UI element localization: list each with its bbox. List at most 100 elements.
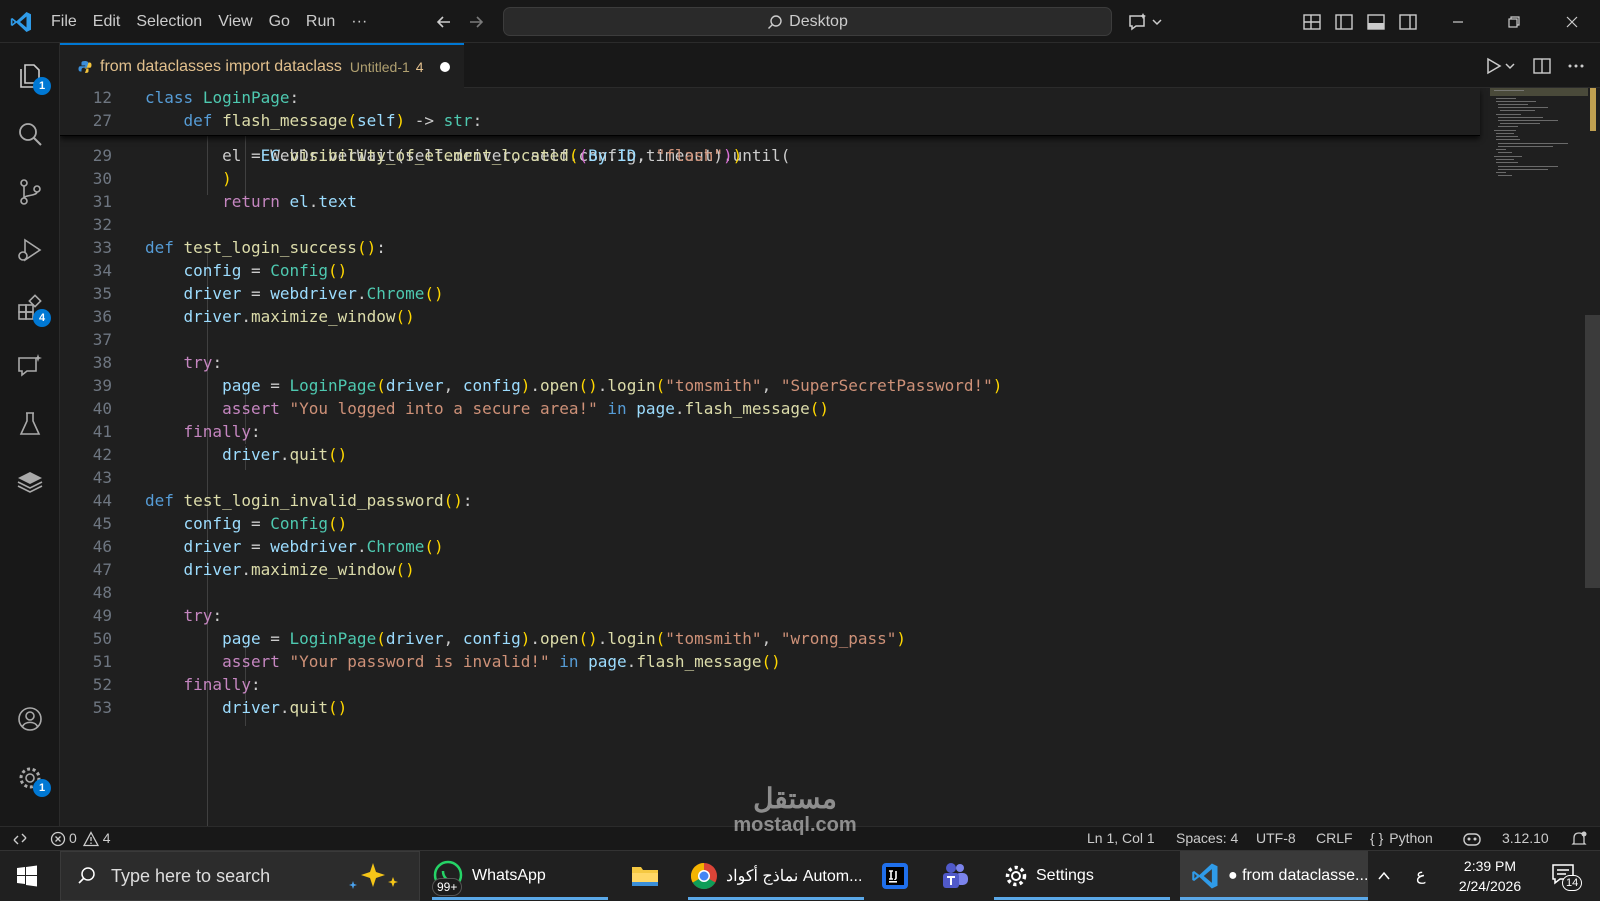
windows-start-icon[interactable] bbox=[16, 865, 38, 887]
close-icon bbox=[1566, 16, 1578, 27]
menu-edit[interactable]: Edit bbox=[85, 0, 129, 43]
vertical-scrollbar[interactable] bbox=[1585, 315, 1600, 588]
code-text: EC.visibility_of_element_located((By.ID,… bbox=[260, 146, 743, 165]
search-icon bbox=[768, 14, 782, 29]
run-python-file-icon[interactable] bbox=[1484, 56, 1518, 76]
menu-run[interactable]: Run bbox=[298, 0, 343, 43]
explorer-button[interactable]: 1 bbox=[13, 59, 51, 95]
taskbar-vscode[interactable]: ● from dataclasse... bbox=[1190, 851, 1368, 901]
minimize-button[interactable] bbox=[1430, 0, 1486, 43]
code-line: 39 page = LoginPage(driver, config).open… bbox=[60, 374, 1480, 397]
line-number: 29 bbox=[92, 146, 112, 165]
beaker-icon bbox=[19, 412, 41, 435]
split-editor-icon[interactable] bbox=[1532, 56, 1552, 76]
accounts-button[interactable] bbox=[13, 702, 47, 736]
search-view-button[interactable] bbox=[13, 117, 47, 151]
run-debug-button[interactable] bbox=[13, 233, 47, 267]
close-button[interactable] bbox=[1544, 0, 1600, 43]
line-number: 35 bbox=[92, 284, 112, 303]
taskbar-settings[interactable]: Settings bbox=[1004, 851, 1094, 901]
line-number: 52 bbox=[92, 675, 112, 694]
toggle-secondary-sidebar-icon[interactable] bbox=[1398, 12, 1418, 32]
taskbar-whatsapp[interactable]: WhatsApp 99+ bbox=[432, 851, 546, 901]
minimap[interactable] bbox=[1490, 88, 1588, 188]
line-number: 46 bbox=[92, 537, 112, 556]
code-text: page = LoginPage(driver, config).open().… bbox=[222, 376, 1003, 395]
sticky-line[interactable]: 12 class LoginPage: bbox=[60, 88, 1480, 109]
input-language-indicator[interactable]: ع bbox=[1416, 865, 1426, 885]
chrome-label: نماذج أكواد Autom... bbox=[726, 868, 863, 885]
language-mode[interactable]: { } Python bbox=[1370, 827, 1433, 850]
taskbar-file-explorer[interactable] bbox=[630, 851, 660, 901]
chevron-up-icon[interactable] bbox=[1376, 868, 1392, 884]
back-arrow-icon[interactable] bbox=[433, 11, 455, 33]
menu-go[interactable]: Go bbox=[261, 0, 298, 43]
manage-button[interactable]: 1 bbox=[13, 761, 51, 797]
problems-indicator[interactable]: 0 4 bbox=[50, 827, 111, 850]
taskbar-intellij[interactable] bbox=[880, 851, 910, 901]
whatsapp-label: WhatsApp bbox=[472, 867, 546, 884]
clock-date: 2/24/2026 bbox=[1458, 878, 1522, 894]
menu-more[interactable]: ··· bbox=[343, 0, 375, 43]
toggle-primary-sidebar-icon[interactable] bbox=[1334, 12, 1354, 32]
warning-icon bbox=[82, 830, 99, 846]
forward-arrow-icon[interactable] bbox=[465, 11, 487, 33]
chrome-icon bbox=[690, 862, 717, 890]
clock-time: 2:39 PM bbox=[1463, 858, 1517, 874]
explorer-badge: 1 bbox=[33, 77, 51, 95]
remote-icon[interactable] bbox=[12, 831, 28, 847]
system-clock[interactable]: 2:39 PM 2/24/2026 bbox=[1440, 856, 1540, 896]
source-control-button[interactable] bbox=[13, 175, 47, 209]
taskbar-search[interactable]: Type here to search bbox=[60, 851, 420, 901]
code-text: config = Config() bbox=[183, 261, 348, 280]
chat-button[interactable] bbox=[13, 349, 47, 383]
more-actions-icon[interactable] bbox=[1566, 56, 1586, 76]
taskbar-chrome[interactable]: نماذج أكواد Autom... bbox=[690, 851, 862, 901]
menu-view[interactable]: View bbox=[210, 0, 260, 43]
python-interpreter-version[interactable]: 3.12.10 bbox=[1502, 827, 1549, 850]
sticky-line[interactable]: 27 def flash_message(self) -> str: bbox=[60, 109, 1480, 132]
activity-bar: 1 4 1 bbox=[0, 43, 60, 826]
copilot-icon[interactable] bbox=[1462, 830, 1482, 848]
warning-count: 4 bbox=[102, 830, 111, 846]
code-text: def test_login_invalid_password(): bbox=[145, 491, 473, 510]
code-text: ) bbox=[222, 169, 232, 188]
braces-icon: { } bbox=[1370, 830, 1384, 846]
copilot-chat-icon[interactable] bbox=[1128, 12, 1164, 32]
code-line: 37 bbox=[60, 328, 1480, 351]
code-editor[interactable]: el = WebDriverWait(self.driver, self.con… bbox=[60, 88, 1600, 826]
menu-selection[interactable]: Selection bbox=[128, 0, 210, 43]
indentation[interactable]: Spaces: 4 bbox=[1176, 827, 1238, 850]
line-number: 36 bbox=[92, 307, 112, 326]
notification-center-button[interactable]: 14 bbox=[1550, 861, 1583, 891]
layers-button[interactable] bbox=[13, 465, 47, 499]
encoding[interactable]: UTF-8 bbox=[1256, 827, 1296, 850]
taskbar-teams[interactable] bbox=[940, 851, 970, 901]
line-endings[interactable]: CRLF bbox=[1316, 827, 1353, 850]
chat-sparkle-icon bbox=[18, 354, 42, 377]
menu-file[interactable]: File bbox=[43, 0, 85, 43]
notifications-bell-icon[interactable] bbox=[1571, 830, 1587, 848]
code-text: class LoginPage: bbox=[145, 88, 300, 107]
code-line: 29 EC.visibility_of_element_located((By.… bbox=[60, 144, 1480, 167]
code-text: try: bbox=[183, 606, 223, 625]
unsaved-dot-icon[interactable] bbox=[439, 61, 450, 72]
restore-button[interactable] bbox=[1486, 0, 1542, 43]
command-center-search[interactable]: Desktop bbox=[503, 7, 1112, 36]
python-file-icon bbox=[78, 60, 92, 73]
code-line: 31 return el.text bbox=[60, 190, 1480, 213]
toggle-panel-icon[interactable] bbox=[1366, 12, 1386, 32]
customize-layout-icon[interactable] bbox=[1302, 12, 1322, 32]
sticky-scroll-header[interactable]: 12 class LoginPage: 27 def flash_message(… bbox=[60, 88, 1480, 136]
line-number: 41 bbox=[92, 422, 112, 441]
line-number: 42 bbox=[92, 445, 112, 464]
cursor-position[interactable]: Ln 1, Col 1 bbox=[1087, 827, 1155, 850]
testing-button[interactable] bbox=[13, 407, 47, 441]
code-line: 51 assert "Your password is invalid!" in… bbox=[60, 650, 1480, 673]
line-number: 51 bbox=[92, 652, 112, 671]
editor-tab-untitled-1[interactable]: from dataclasses import dataclass Untitl… bbox=[60, 43, 464, 88]
code-line: 36 driver.maximize_window() bbox=[60, 305, 1480, 328]
line-number: 50 bbox=[92, 629, 112, 648]
extensions-button[interactable]: 4 bbox=[13, 291, 51, 327]
code-text: config = Config() bbox=[183, 514, 348, 533]
